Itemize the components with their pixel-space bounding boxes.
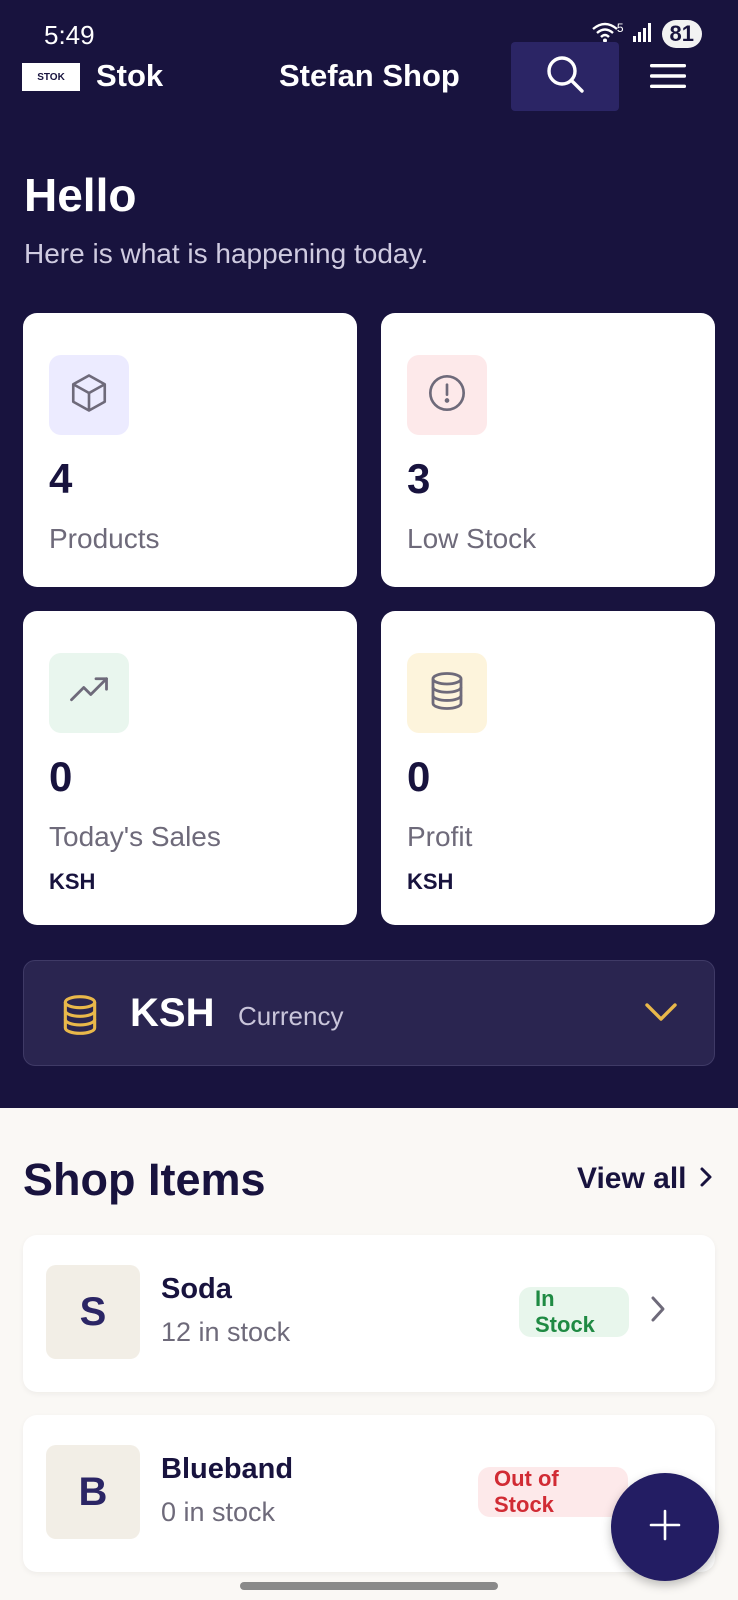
currency-selector[interactable]: KSH Currency <box>23 960 715 1066</box>
signal-icon <box>632 22 654 47</box>
stat-unit: KSH <box>407 869 454 894</box>
stat-label: Low Stock <box>407 523 537 554</box>
plus-icon <box>648 1508 682 1547</box>
stat-icon-box <box>407 653 487 733</box>
stat-card-low-stock[interactable]: 3 Low Stock <box>381 313 715 587</box>
add-item-button[interactable] <box>611 1473 719 1581</box>
menu-button[interactable] <box>645 58 691 98</box>
home-indicator[interactable] <box>240 1582 498 1590</box>
search-button[interactable] <box>511 42 619 111</box>
status-time: 5:49 <box>44 20 95 50</box>
cube-icon <box>68 372 110 419</box>
battery-indicator: 81 <box>661 20 702 48</box>
shop-item-row[interactable]: B Blueband 0 in stock Out of Stock <box>23 1415 715 1572</box>
status-badge: Out of Stock <box>478 1466 628 1517</box>
shop-items-title: Shop Items <box>23 1154 266 1205</box>
network-label: 5 <box>616 21 624 35</box>
trending-up-icon <box>68 670 110 717</box>
item-quantity: 12 in stock <box>161 1317 291 1347</box>
stat-value: 3 <box>407 455 431 502</box>
stat-unit: KSH <box>49 869 96 894</box>
hamburger-menu-icon <box>650 63 686 94</box>
item-name: Blueband <box>161 1453 294 1485</box>
view-all-label: View all <box>577 1162 687 1195</box>
chevron-down-icon <box>644 1001 678 1028</box>
stat-value: 0 <box>407 753 431 800</box>
coins-icon <box>58 993 102 1042</box>
app-logo: STOK <box>22 63 80 91</box>
currency-label: Currency <box>238 1001 344 1031</box>
greeting-title: Hello <box>24 169 137 221</box>
stat-value: 0 <box>49 753 73 800</box>
shop-item-row[interactable]: S Soda 12 in stock In Stock <box>23 1235 715 1392</box>
stat-value: 4 <box>49 455 73 502</box>
stat-icon-box <box>407 355 487 435</box>
item-name: Soda <box>161 1273 232 1305</box>
greeting-subtitle: Here is what is happening today. <box>24 238 429 269</box>
stat-label: Today's Sales <box>49 821 221 852</box>
stat-label: Profit <box>407 821 473 852</box>
alert-circle-icon <box>427 373 467 418</box>
stat-icon-box <box>49 653 129 733</box>
item-avatar: S <box>46 1265 140 1359</box>
chevron-right-icon <box>699 1162 713 1196</box>
logo-text: STOK <box>37 71 65 83</box>
status-badge: In Stock <box>519 1286 629 1337</box>
search-icon <box>544 53 586 100</box>
stat-card-todays-sales[interactable]: 0 Today's Sales KSH <box>23 611 357 925</box>
stat-card-profit[interactable]: 0 Profit KSH <box>381 611 715 925</box>
stat-label: Products <box>49 523 160 554</box>
chevron-right-icon <box>649 1295 667 1328</box>
currency-code: KSH <box>130 991 215 1035</box>
stat-icon-box <box>49 355 129 435</box>
database-icon <box>426 670 468 717</box>
shop-name[interactable]: Stefan Shop <box>279 58 460 94</box>
view-all-link[interactable]: View all <box>577 1162 713 1196</box>
stat-card-products[interactable]: 4 Products <box>23 313 357 587</box>
app-name: Stok <box>96 58 164 93</box>
item-quantity: 0 in stock <box>161 1497 276 1527</box>
item-avatar: B <box>46 1445 140 1539</box>
